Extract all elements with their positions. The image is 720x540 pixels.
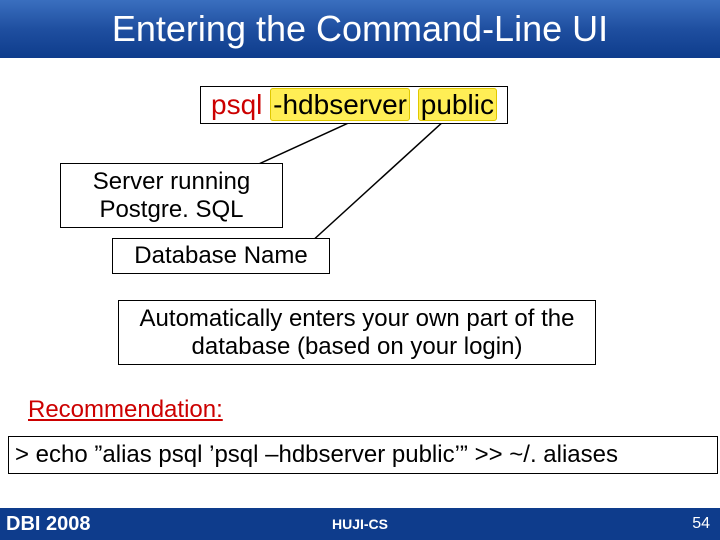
slide-title: Entering the Command-Line UI xyxy=(112,8,608,50)
title-bar: Entering the Command-Line UI xyxy=(0,0,720,58)
cmd-space2 xyxy=(410,89,418,120)
psql-command-box: psql -hdbserver public xyxy=(200,86,508,124)
server-label-box: Server running Postgre. SQL xyxy=(60,163,283,228)
alias-command-box: > echo ”alias psql ’psql –hdbserver publ… xyxy=(8,436,718,474)
footer-left: DBI 2008 xyxy=(6,513,91,536)
auto-login-note-box: Automatically enters your own part of th… xyxy=(118,300,596,365)
recommendation-heading: Recommendation: xyxy=(28,396,223,424)
cmd-space1 xyxy=(262,89,270,120)
cmd-database-name: public xyxy=(418,88,497,121)
footer-center: HUJI-CS xyxy=(332,516,388,532)
footer-page-number: 54 xyxy=(692,515,710,533)
cmd-psql-keyword: psql xyxy=(211,89,262,120)
database-name-label-box: Database Name xyxy=(112,238,330,274)
slide-body: psql -hdbserver public Server running Po… xyxy=(0,58,720,488)
cmd-host-flag-server: -hdbserver xyxy=(270,88,410,121)
slide-footer: DBI 2008 HUJI-CS 54 xyxy=(0,508,720,540)
